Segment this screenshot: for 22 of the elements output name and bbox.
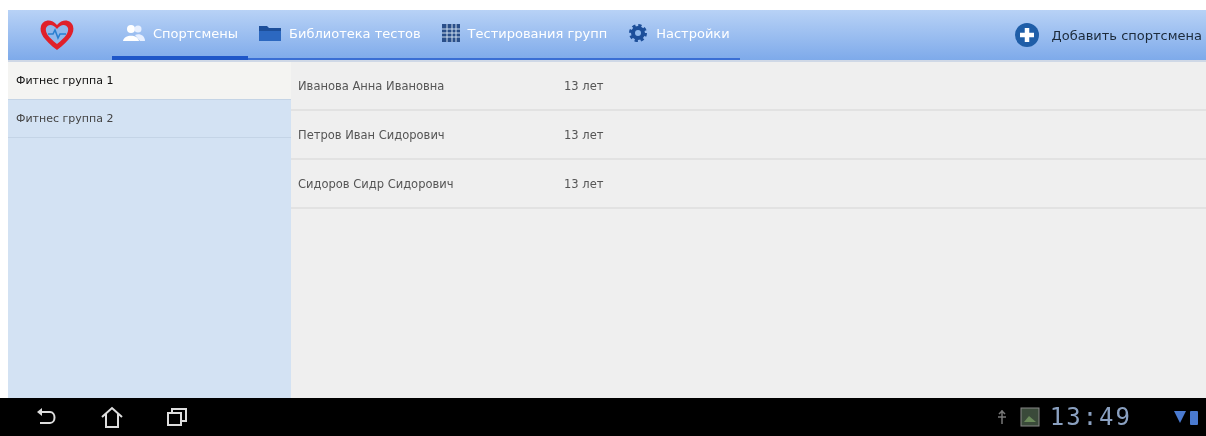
plus-icon xyxy=(1013,22,1040,48)
heart-logo-icon xyxy=(38,18,76,52)
usb-icon xyxy=(995,409,1008,425)
athlete-age: 13 лет xyxy=(564,176,604,191)
add-athlete-button[interactable]: Добавить спортсмена xyxy=(1013,22,1206,48)
battery-icon xyxy=(1190,409,1198,425)
home-icon[interactable] xyxy=(100,406,124,428)
athlete-name[interactable]: Петров Иван Сидорович xyxy=(298,127,564,142)
folder-icon xyxy=(258,24,283,42)
group-item[interactable]: Фитнес группа 1 xyxy=(8,62,291,100)
athlete-age: 13 лет xyxy=(564,127,604,142)
back-icon[interactable] xyxy=(36,407,58,427)
gear-icon xyxy=(627,22,650,44)
screenshot-icon xyxy=(1019,407,1040,427)
clock-time: 13:49 xyxy=(1049,403,1132,431)
athlete-name[interactable]: Иванова Анна Ивановна xyxy=(298,78,564,93)
table-icon xyxy=(440,23,461,43)
recent-apps-icon[interactable] xyxy=(166,407,188,427)
people-icon xyxy=(122,24,146,42)
athlete-age: 13 лет xyxy=(564,78,604,93)
athlete-name[interactable]: Сидоров Сидр Сидорович xyxy=(298,176,564,191)
wifi-icon xyxy=(1174,409,1186,425)
